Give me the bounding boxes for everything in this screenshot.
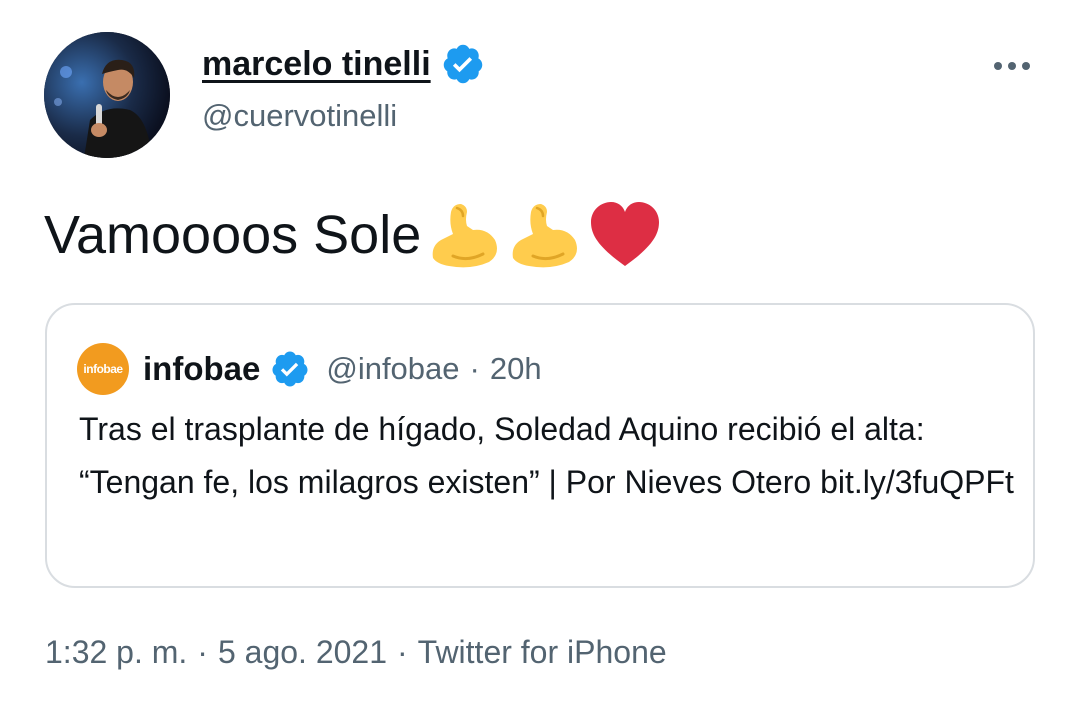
ellipsis-icon[interactable] (984, 46, 1040, 86)
flexed-biceps-icon (507, 200, 581, 270)
quote-header: infobae infobae @infobae · 20h (77, 343, 542, 395)
author-name[interactable]: marcelo tinelli (202, 45, 431, 84)
verified-badge-icon (270, 349, 310, 389)
red-heart-icon (587, 200, 663, 270)
author-avatar[interactable] (44, 32, 170, 158)
tweet-time[interactable]: 1:32 p. m. (45, 634, 187, 671)
tweet-source[interactable]: Twitter for iPhone (418, 634, 667, 671)
author-name-row: marcelo tinelli (202, 42, 485, 86)
quote-author-handle[interactable]: @infobae (326, 351, 459, 387)
tweet-date[interactable]: 5 ago. 2021 (218, 634, 387, 671)
tweet-container: marcelo tinelli @cuervotinelli Vamoooos … (0, 0, 1080, 701)
author-handle[interactable]: @cuervotinelli (202, 98, 397, 134)
quote-text: Tras el trasplante de hígado, Soledad Aq… (79, 411, 1014, 500)
separator-dot: · (197, 634, 208, 670)
quote-timestamp[interactable]: 20h (490, 351, 542, 387)
quoted-tweet-card[interactable]: infobae infobae @infobae · 20h Tras el t… (45, 303, 1035, 588)
tweet-text-content: Vamoooos Sole (44, 205, 422, 265)
verified-badge-icon (441, 42, 485, 86)
tweet-meta: 1:32 p. m. · 5 ago. 2021 · Twitter for i… (45, 634, 667, 671)
profile-photo (44, 32, 170, 158)
separator-dot: · (469, 351, 480, 386)
quote-author-name[interactable]: infobae (143, 350, 260, 388)
flexed-biceps-icon (427, 200, 501, 270)
separator-dot: · (397, 634, 408, 670)
tweet-text: Vamoooos Sole (44, 200, 663, 270)
infobae-logo[interactable]: infobae (77, 343, 129, 395)
